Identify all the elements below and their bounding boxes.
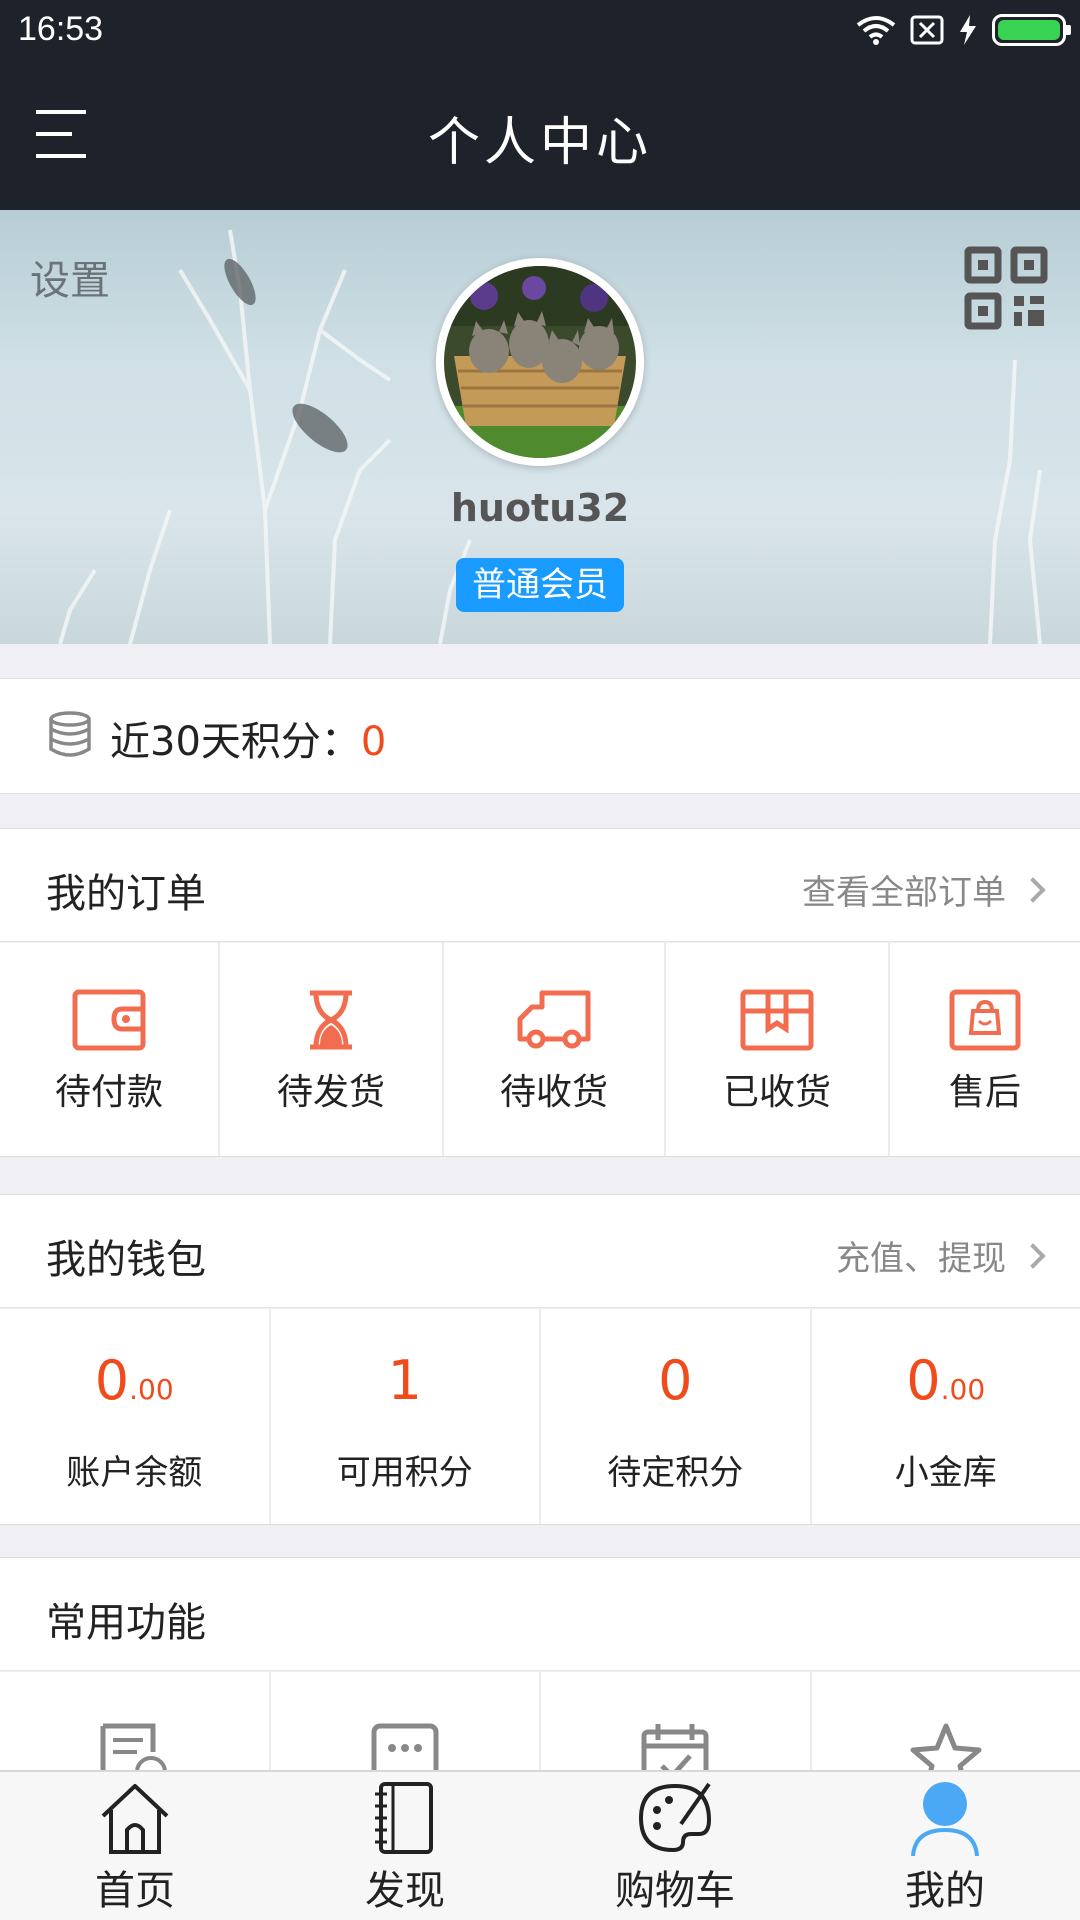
points-summary-row[interactable]: 近30天积分：0 <box>0 678 1080 794</box>
status-time: 16:53 <box>18 10 104 48</box>
wallet-label: 账户余额 <box>66 1453 203 1493</box>
order-label: 待收货 <box>499 1072 608 1113</box>
orders-grid: 待付款 待发货 待收货 已收货 售后 <box>0 943 1080 1157</box>
avatar[interactable] <box>436 258 644 466</box>
order-pending-receipt[interactable]: 待收货 <box>444 943 666 1156</box>
wallet-value: 1 <box>271 1349 540 1412</box>
battery-icon <box>992 14 1071 46</box>
member-level-badge: 普通会员 <box>456 558 624 612</box>
account-balance[interactable]: 0.00 账户余额 <box>0 1309 271 1524</box>
points-label: 近30天积分：0 <box>110 709 386 767</box>
hourglass-icon <box>310 990 352 1050</box>
tab-label: 发现 <box>365 1868 445 1914</box>
order-pending-payment[interactable]: 待付款 <box>0 943 220 1156</box>
order-received[interactable]: 已收货 <box>666 943 890 1156</box>
wallet-value-dec: .00 <box>940 1373 986 1406</box>
wallet-value: 0.00 <box>0 1349 269 1412</box>
bottom-tab-bar: 首页 发现 购物车 我的 <box>0 1770 1080 1920</box>
recharge-withdraw-label: 充值、提现 <box>836 1239 1006 1279</box>
charging-icon <box>960 15 976 45</box>
order-label: 待付款 <box>54 1072 163 1113</box>
page-title: 个人中心 <box>427 113 652 173</box>
wallet-value-dec: .00 <box>129 1373 174 1406</box>
orders-title: 我的订单 <box>46 871 206 917</box>
sim-off-icon <box>910 15 944 45</box>
points-value: 0 <box>360 719 387 765</box>
functions-title: 常用功能 <box>46 1600 206 1646</box>
bag-icon <box>949 989 1021 1051</box>
order-label: 售后 <box>948 1072 1021 1113</box>
order-after-sales[interactable]: 售后 <box>890 943 1080 1156</box>
small-vault[interactable]: 0.00 小金库 <box>812 1309 1080 1524</box>
tab-mine[interactable]: 我的 <box>810 1772 1080 1920</box>
status-icons <box>856 10 1071 50</box>
tab-label: 首页 <box>95 1868 175 1914</box>
wallet-label: 小金库 <box>894 1453 997 1493</box>
functions-section-header: 常用功能 <box>0 1557 1080 1671</box>
user-icon <box>911 1782 979 1856</box>
available-points[interactable]: 1 可用积分 <box>271 1309 541 1524</box>
top-nav-bar: 个人中心 <box>0 60 1080 210</box>
wallet-section-header: 我的钱包 充值、提现 <box>0 1194 1080 1308</box>
wallet-value-int: 0 <box>94 1349 130 1412</box>
view-all-orders-link[interactable]: 查看全部订单 <box>802 865 1046 914</box>
palette-icon <box>638 1782 712 1853</box>
chevron-right-icon <box>1020 1242 1046 1269</box>
wallet-value-int: 0 <box>906 1349 941 1412</box>
qr-code-icon[interactable] <box>964 246 1048 330</box>
view-all-orders-label: 查看全部订单 <box>802 873 1006 913</box>
avatar-image <box>444 266 636 458</box>
wallet-label: 待定积分 <box>607 1453 744 1493</box>
orders-section-header: 我的订单 查看全部订单 <box>0 828 1080 942</box>
coins-icon <box>49 711 91 757</box>
tab-label: 我的 <box>905 1868 985 1914</box>
wifi-icon <box>856 16 896 45</box>
tab-label: 购物车 <box>615 1868 735 1914</box>
tab-cart[interactable]: 购物车 <box>540 1772 810 1920</box>
order-pending-shipment[interactable]: 待发货 <box>220 943 444 1156</box>
recharge-withdraw-link[interactable]: 充值、提现 <box>836 1231 1046 1280</box>
home-icon <box>101 1784 169 1854</box>
tab-home[interactable]: 首页 <box>0 1772 270 1920</box>
points-label-text: 近30天积分： <box>110 719 361 765</box>
wallet-title: 我的钱包 <box>46 1237 206 1283</box>
chevron-right-icon <box>1020 876 1046 903</box>
wallet-value: 0.00 <box>812 1349 1080 1412</box>
wallet-value-int: 0 <box>658 1349 693 1412</box>
tab-discover[interactable]: 发现 <box>270 1772 540 1920</box>
wallet-grid: 0.00 账户余额 1 可用积分 0 待定积分 0.00 小金库 <box>0 1309 1080 1525</box>
username: huotu32 <box>450 486 630 530</box>
settings-link[interactable]: 设置 <box>30 248 110 306</box>
truck-icon <box>517 990 591 1049</box>
status-bar: 16:53 <box>0 0 1080 60</box>
wallet-value: 0 <box>541 1349 810 1412</box>
wallet-label: 可用积分 <box>336 1453 473 1493</box>
order-label: 待发货 <box>276 1072 385 1113</box>
wallet-icon <box>72 989 146 1051</box>
profile-header: 设置 huotu32 普通会员 <box>0 210 1080 644</box>
order-label: 已收货 <box>722 1072 831 1113</box>
wallet-value-int: 1 <box>387 1349 422 1412</box>
box-icon <box>740 989 814 1051</box>
notebook-icon <box>375 1782 433 1854</box>
pending-points[interactable]: 0 待定积分 <box>541 1309 812 1524</box>
